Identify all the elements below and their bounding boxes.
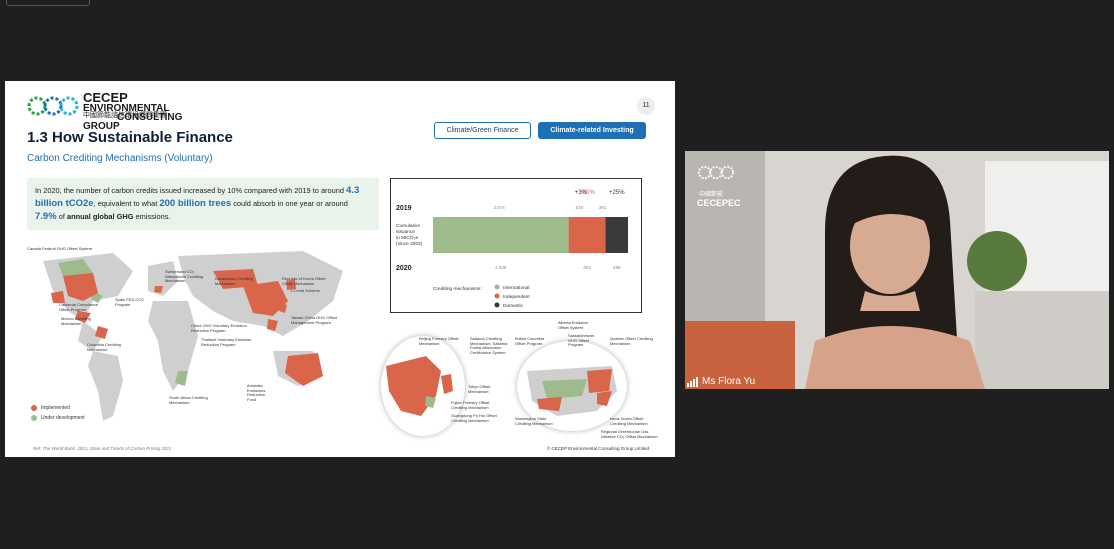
label-canada: Canada Federal GHG Offset System	[27, 246, 93, 251]
legend-label-independent: Independent	[503, 294, 530, 300]
label-guangdong: Guangdong Pu Hui Offset Crediting Mechan…	[451, 413, 497, 423]
change-label: +30%	[579, 190, 595, 196]
label-quebec: Québec Offset Crediting Mechanism	[610, 336, 653, 346]
label-china: China GHG Voluntary Emission Reduction P…	[191, 323, 247, 333]
value-label-2019: 391	[599, 205, 607, 210]
video-logo-en: CECEPEC	[697, 198, 741, 208]
bar-segment-domestic	[605, 217, 628, 253]
label-washington: Washington State Crediting Mechanism	[515, 416, 553, 426]
legend-dot-international	[494, 284, 500, 290]
axis-label-line: (since 2002)	[396, 241, 423, 247]
copyright-note: © CECEP Environmental Consulting Group L…	[546, 446, 649, 451]
year-label-2020: 2020	[396, 265, 412, 272]
legend-dot-domestic	[494, 302, 500, 308]
label-saskatchewan: Saskatchewan GHG Offset Program	[568, 333, 595, 347]
label-rggi: Regional Greenhouse Gas Initiative CO₂ O…	[601, 429, 658, 439]
label-mexico: Mexico Crediting Mechanism	[61, 316, 91, 326]
axis-label-line: issuance	[396, 229, 415, 235]
bar-segment-independent	[568, 217, 606, 253]
axis-label-line: in MtCO₂e	[396, 235, 418, 241]
legend-label-international: International	[503, 285, 529, 291]
label-switzerland: Switzerland CO₂ Attestations Crediting M…	[165, 269, 204, 283]
value-label-2020: 488	[613, 265, 621, 270]
label-california: California Compliance Offset Program	[59, 302, 99, 312]
label-beijing: Beijing Forestry Offset Mechanism	[419, 336, 459, 346]
window-tab-outline	[6, 0, 90, 6]
under-dev-dot-icon	[31, 415, 37, 421]
info-box: In 2020, the number of carbon credits is…	[27, 178, 379, 230]
video-logo-icon	[697, 165, 735, 180]
slide-title: 1.3 How Sustainable Finance	[27, 129, 233, 146]
label-thailand: Thailand Voluntary Emission Reduction Pr…	[201, 337, 252, 347]
tab-climate-related-investing: Climate-related Investing	[538, 122, 646, 139]
label-kazakhstan: Kazakhstan Crediting Mechanism	[215, 276, 254, 286]
label-nova-scotia: Nova Scotia Offset Crediting Mechanism	[610, 416, 648, 426]
bar-segment-international	[433, 217, 569, 253]
shared-slide: CECEP ENVIRONMENTAL CONSULTING GROUP 中國節…	[5, 81, 675, 457]
label-bc: British Columbia Offset Program	[515, 336, 545, 346]
label-korea: Republic of Korea Offset Credit Mechanis…	[282, 276, 326, 286]
change-label: +25%	[609, 190, 625, 196]
legend-dot-independent	[494, 293, 500, 299]
value-label-2020: 803	[583, 265, 591, 270]
chart-legend-title: Crediting mechanisms:	[433, 286, 482, 292]
label-alberta: Alberta Emission Offset System	[558, 320, 589, 330]
participant-name-label: Ms Flora Yu	[687, 376, 755, 387]
implemented-dot-icon	[31, 405, 37, 411]
year-label-2019: 2019	[396, 205, 412, 212]
video-logo-cn: 中國節能	[699, 192, 724, 198]
page-number: 11	[637, 97, 655, 115]
label-saitama: Saitama Crediting Mechanism, Saitama For…	[470, 336, 508, 355]
issuance-chart: 2019 2020 Cumulative issuance in MtCO₂e (sinc…	[390, 178, 642, 313]
legend-implemented: Implemented	[41, 405, 70, 411]
axis-label-line: Cumulative	[396, 223, 420, 229]
label-tokyo: Tokyo Offset Mechanism	[468, 384, 491, 394]
signal-bars-icon	[687, 376, 698, 387]
reference-note: Ref: The World Bank, 2021, State and Tre…	[33, 446, 172, 451]
participant-name: Ms Flora Yu	[702, 376, 756, 387]
label-taiwan: Taiwan China GHG Offset Management Progr…	[291, 315, 337, 325]
label-fujian: Fujian Forestry Offset Crediting Mechani…	[451, 400, 490, 410]
label-spain: Spain FES-CO2 Program	[115, 297, 144, 307]
value-label-2019: 2,874	[493, 205, 505, 210]
participant-video-feed	[685, 151, 1109, 389]
slide-subtitle: Carbon Crediting Mechanisms (Voluntary)	[27, 153, 213, 164]
participant-video-tile[interactable]: 中國節能 CECEPEC Ms Flora Yu	[685, 151, 1109, 389]
legend-label-domestic: Domestic	[503, 303, 524, 309]
label-colombia: Colombia Crediting Mechanism	[87, 342, 122, 352]
issuance-chart-svg: 2019 2020 Cumulativeissuancein MtCO₂e(sinc…	[396, 190, 628, 309]
label-south-africa: South Africa Crediting Mechanism	[169, 395, 208, 405]
map-legend: Implemented Under development	[31, 405, 85, 425]
legend-under-development: Under development	[41, 415, 85, 421]
value-label-2020: 2,948	[495, 265, 507, 270]
value-label-2019: 616	[576, 205, 584, 210]
cecep-logo-icon	[27, 96, 79, 116]
tab-climate-green-finance: Climate/Green Finance	[434, 122, 531, 139]
label-jcredit: J-Credit Scheme	[290, 288, 320, 293]
logo-chinese-text: 中國節能諮信環境顧問集團	[83, 112, 167, 119]
label-australia: Australia Emissions Reduction Fund	[247, 383, 266, 402]
